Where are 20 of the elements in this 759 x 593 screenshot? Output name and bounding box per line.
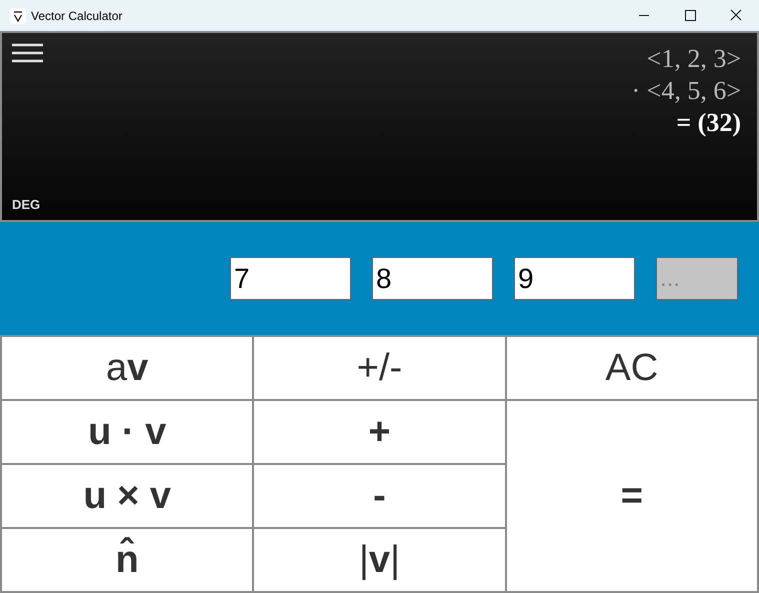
component-field[interactable]: 8	[372, 257, 493, 300]
calculator-key[interactable]: +/-	[254, 337, 505, 399]
calculator-key[interactable]: =	[506, 401, 757, 591]
calculator-key[interactable]: AC	[506, 337, 757, 399]
calculator-key[interactable]: |v|	[254, 529, 505, 591]
expression-text: <1, 2, 3>	[646, 43, 741, 75]
component-field[interactable]: 9	[514, 257, 635, 300]
calculator-key[interactable]: u · v	[2, 401, 252, 463]
result-text: = (32)	[676, 107, 741, 139]
calculator-key[interactable]: +	[254, 401, 505, 463]
window-title: Vector Calculator	[31, 8, 122, 24]
calculator-key[interactable]: av	[2, 337, 252, 399]
expression-text: · <4, 5, 6>	[632, 75, 741, 107]
menu-icon[interactable]	[12, 43, 43, 63]
calculator-key[interactable]: u × v	[2, 465, 252, 527]
angle-mode-label: DEG	[12, 196, 40, 214]
calculator-key[interactable]: -	[254, 465, 505, 527]
app-icon	[10, 8, 26, 24]
component-field[interactable]: 7	[230, 257, 351, 300]
calculator-key[interactable]: n̂	[2, 529, 252, 591]
